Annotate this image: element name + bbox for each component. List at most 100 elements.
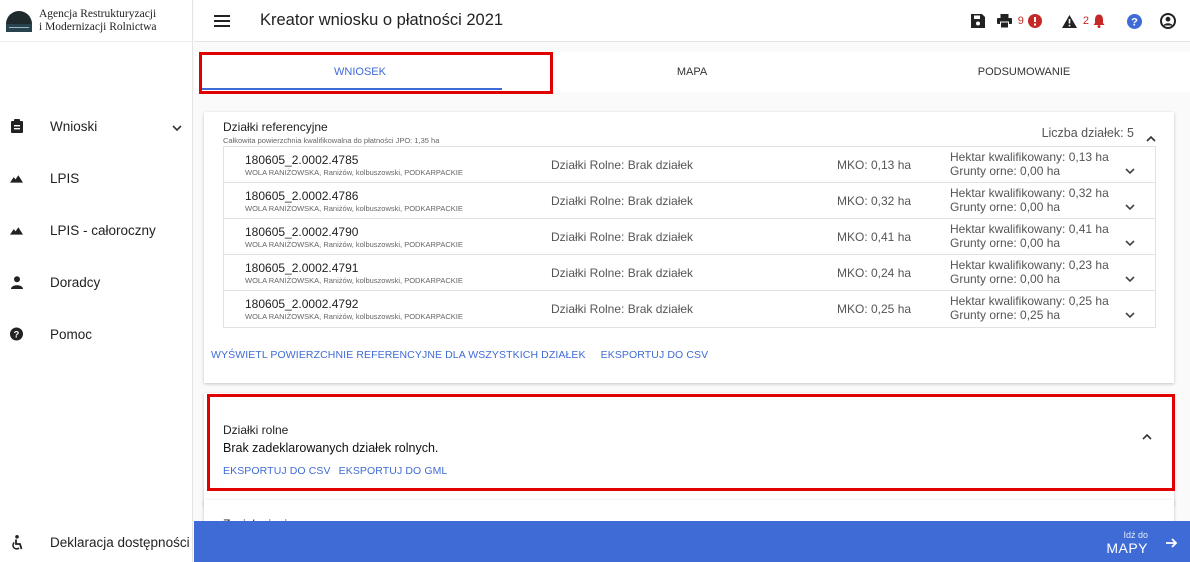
accessibility-icon	[10, 534, 23, 550]
error-icon[interactable]	[1027, 14, 1042, 28]
sidebar-item-label: LPIS - całoroczny	[50, 222, 156, 238]
parcel-mko: MKO: 0,41 ha	[837, 230, 912, 244]
parcel-list: 180605_2.0002.4785 WOLA RANIŻOWSKA, Rani…	[223, 146, 1156, 328]
warning-icon[interactable]	[1061, 14, 1077, 28]
chevron-down-icon[interactable]	[1125, 162, 1135, 180]
brand-line-1: Agencja Restrukturyzacji	[39, 7, 157, 20]
parcel-grunty: Grunty orne: 0,00 ha	[950, 272, 1061, 286]
parcel-location: WOLA RANIŻOWSKA, Raniżów, kolbuszowski, …	[245, 240, 463, 249]
parcel-hektar: Hektar kwalifikowany: 0,41 ha	[950, 222, 1109, 236]
parcel-hektar: Hektar kwalifikowany: 0,25 ha	[950, 294, 1109, 308]
chevron-up-icon[interactable]	[1142, 427, 1152, 445]
sidebar-item-lpis[interactable]: LPIS	[0, 152, 192, 204]
help-icon[interactable]: ?	[1127, 13, 1142, 29]
parcel-hektar: Hektar kwalifikowany: 0,32 ha	[950, 186, 1109, 200]
top-bar: Kreator wniosku o płatności 2021 9 2 ?	[194, 0, 1190, 42]
parcel-id: 180605_2.0002.4790	[245, 225, 359, 239]
parcel-rolne: Działki Rolne: Brak działek	[551, 158, 694, 172]
arrow-right-icon	[1166, 536, 1178, 554]
terrain-icon	[10, 171, 23, 185]
tab-wniosek[interactable]: WNIOSEK	[194, 52, 526, 92]
section-title: Działki referencyjne	[223, 120, 328, 134]
parcel-row[interactable]: 180605_2.0002.4792 WOLA RANIŻOWSKA, Rani…	[224, 291, 1155, 327]
go-to-target: MAPY	[1106, 540, 1148, 556]
sidebar-item-doradcy[interactable]: Doradcy	[0, 256, 192, 308]
parcel-mko: MKO: 0,32 ha	[837, 194, 912, 208]
parcel-location: WOLA RANIŻOWSKA, Raniżów, kolbuszowski, …	[245, 312, 463, 321]
parcel-row[interactable]: 180605_2.0002.4785 WOLA RANIŻOWSKA, Rani…	[224, 147, 1155, 183]
parcel-id: 180605_2.0002.4791	[245, 261, 359, 275]
brand[interactable]: Agencja Restrukturyzacji i Modernizacji …	[0, 0, 192, 42]
sidebar-item-deklaracja[interactable]: Deklaracja dostępności	[0, 522, 193, 562]
clipboard-icon	[10, 119, 23, 133]
parcel-location: WOLA RANIŻOWSKA, Raniżów, kolbuszowski, …	[245, 204, 463, 213]
sidebar-nav: Wnioski LPIS LPIS - całoroczny Doradcy ?…	[0, 100, 192, 360]
bell-icon[interactable]	[1093, 14, 1105, 28]
go-to-map-button[interactable]: Idź do MAPY	[194, 521, 1190, 562]
parcel-id: 180605_2.0002.4785	[245, 153, 359, 167]
menu-icon[interactable]	[214, 12, 230, 30]
sidebar-item-label: Doradcy	[50, 274, 101, 290]
parcel-location: WOLA RANIŻOWSKA, Raniżów, kolbuszowski, …	[245, 276, 463, 285]
export-gml-link[interactable]: EKSPORTUJ DO GML	[339, 465, 448, 477]
sidebar-item-label: Wnioski	[50, 118, 98, 134]
sidebar-item-wnioski[interactable]: Wnioski	[0, 100, 192, 152]
errors-count: 9	[1017, 15, 1024, 27]
chevron-down-icon[interactable]	[172, 119, 182, 137]
show-reference-areas-link[interactable]: WYŚWIETL POWIERZCHNIE REFERENCYJNE DLA W…	[211, 349, 586, 361]
chevron-down-icon[interactable]	[1125, 306, 1135, 324]
print-icon[interactable]	[996, 14, 1012, 28]
parcel-location: WOLA RANIŻOWSKA, Raniżów, kolbuszowski, …	[245, 168, 463, 177]
page-title: Kreator wniosku o płatności 2021	[260, 11, 504, 29]
chevron-down-icon[interactable]	[1125, 234, 1135, 252]
help-circle-icon: ?	[10, 327, 23, 341]
parcel-grunty: Grunty orne: 0,00 ha	[950, 236, 1061, 250]
parcel-mko: MKO: 0,13 ha	[837, 158, 912, 172]
parcel-rolne: Działki Rolne: Brak działek	[551, 266, 694, 280]
agri-parcels-card: Działki rolne Brak zadeklarowanych dział…	[204, 393, 1174, 505]
export-csv-link[interactable]: EKSPORTUJ DO CSV	[601, 349, 709, 361]
parcel-rolne: Działki Rolne: Brak działek	[551, 194, 694, 208]
tabs: WNIOSEK MAPA PODSUMOWANIE	[194, 52, 1190, 92]
agri-actions: EKSPORTUJ DO CSV EKSPORTUJ DO GML	[223, 465, 455, 477]
svg-text:?: ?	[1131, 16, 1138, 28]
svg-text:?: ?	[14, 330, 20, 340]
tab-mapa[interactable]: MAPA	[526, 52, 858, 92]
ref-actions: WYŚWIETL POWIERZCHNIE REFERENCYJNE DLA W…	[211, 349, 723, 361]
export-csv-link[interactable]: EKSPORTUJ DO CSV	[223, 465, 331, 477]
empty-message: Brak zadeklarowanych działek rolnych.	[223, 441, 439, 455]
warnings-count: 2	[1082, 15, 1089, 27]
parcel-count: Liczba działek: 5	[1041, 126, 1134, 140]
brand-line-2: i Modernizacji Rolnictwa	[39, 20, 157, 33]
app-root: Agencja Restrukturyzacji i Modernizacji …	[0, 0, 1190, 562]
sidebar-item-label: Deklaracja dostępności	[50, 534, 190, 550]
sidebar: Agencja Restrukturyzacji i Modernizacji …	[0, 0, 193, 562]
save-icon[interactable]	[970, 14, 985, 28]
parcel-row[interactable]: 180605_2.0002.4791 WOLA RANIŻOWSKA, Rani…	[224, 255, 1155, 291]
account-icon[interactable]	[1160, 13, 1176, 29]
chevron-down-icon[interactable]	[1125, 270, 1135, 288]
sidebar-item-pomoc[interactable]: ? Pomoc	[0, 308, 192, 360]
sidebar-item-lpis-caloroczny[interactable]: LPIS - całoroczny	[0, 204, 192, 256]
parcel-mko: MKO: 0,25 ha	[837, 302, 912, 316]
person-icon	[10, 275, 23, 289]
section-subtitle: Całkowita powierzchnia kwalifikowalna do…	[223, 136, 440, 145]
parcel-rolne: Działki Rolne: Brak działek	[551, 230, 694, 244]
arimr-logo	[6, 9, 32, 33]
ref-parcels-card: Działki referencyjne Całkowita powierzch…	[204, 112, 1174, 383]
tab-podsumowanie[interactable]: PODSUMOWANIE	[858, 52, 1190, 92]
parcel-grunty: Grunty orne: 0,25 ha	[950, 308, 1061, 322]
chevron-down-icon[interactable]	[1125, 198, 1135, 216]
parcel-rolne: Działki Rolne: Brak działek	[551, 302, 694, 316]
parcel-row[interactable]: 180605_2.0002.4786 WOLA RANIŻOWSKA, Rani…	[224, 183, 1155, 219]
chevron-up-icon[interactable]	[1146, 129, 1156, 147]
parcel-hektar: Hektar kwalifikowany: 0,23 ha	[950, 258, 1109, 272]
parcel-grunty: Grunty orne: 0,00 ha	[950, 164, 1061, 178]
parcel-hektar: Hektar kwalifikowany: 0,13 ha	[950, 150, 1109, 164]
terrain-icon	[10, 223, 23, 237]
toolbar: 9 2 ?	[970, 0, 1190, 42]
parcel-mko: MKO: 0,24 ha	[837, 266, 912, 280]
parcel-row[interactable]: 180605_2.0002.4790 WOLA RANIŻOWSKA, Rani…	[224, 219, 1155, 255]
parcel-id: 180605_2.0002.4792	[245, 297, 359, 311]
parcel-grunty: Grunty orne: 0,00 ha	[950, 200, 1061, 214]
